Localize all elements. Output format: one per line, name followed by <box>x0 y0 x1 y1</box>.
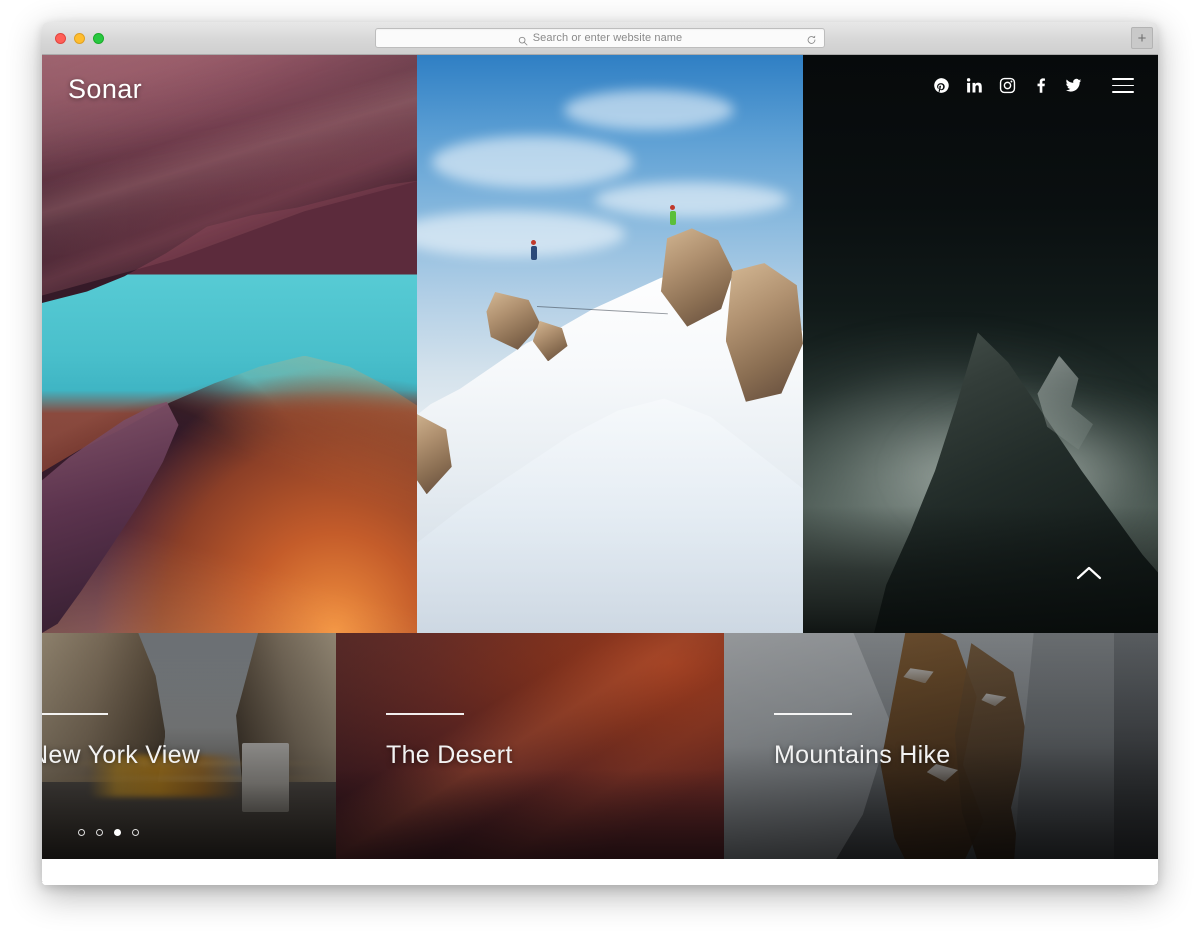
search-icon <box>518 33 528 46</box>
card-content: The Desert <box>386 713 513 770</box>
card-title: The Desert <box>386 740 513 769</box>
card-next-partial[interactable] <box>1114 633 1158 885</box>
carousel-dot-3[interactable] <box>114 829 121 836</box>
carousel-dot-2[interactable] <box>96 829 103 836</box>
hero-panel-snow-ridge[interactable] <box>417 55 803 633</box>
address-bar-inner: Search or enter website name <box>518 32 683 46</box>
scroll-up-icon[interactable] <box>1076 565 1102 581</box>
hamburger-menu-icon[interactable] <box>1112 78 1134 93</box>
maximize-window-button[interactable] <box>93 32 104 44</box>
card-content: New York View <box>42 713 200 770</box>
card-rule <box>774 713 852 715</box>
slot-canyon-image <box>42 55 417 633</box>
facebook-icon[interactable] <box>1032 77 1049 94</box>
hero-panel-dark-peak[interactable] <box>803 55 1158 633</box>
card-title: New York View <box>42 740 201 769</box>
minimize-window-button[interactable] <box>74 32 85 44</box>
card-title: Mountains Hike <box>774 740 951 769</box>
instagram-icon[interactable] <box>999 77 1016 94</box>
card-overlay <box>1114 633 1158 885</box>
top-navigation <box>933 77 1134 94</box>
card-mountains-hike[interactable]: Mountains Hike <box>724 633 1114 885</box>
hero-section: Sonar <box>42 55 1158 633</box>
browser-titlebar: Search or enter website name + <box>42 22 1158 55</box>
reload-icon[interactable] <box>806 33 817 44</box>
carousel-dots <box>78 829 139 836</box>
dark-peak-image <box>803 55 1158 633</box>
site-logo[interactable]: Sonar <box>68 74 142 105</box>
address-bar[interactable]: Search or enter website name <box>375 28 825 48</box>
card-content: Mountains Hike <box>774 713 951 770</box>
linkedin-icon[interactable] <box>966 77 983 94</box>
browser-window: Search or enter website name + Sonar New… <box>42 22 1158 885</box>
card-the-desert[interactable]: The Desert <box>336 633 724 885</box>
card-rule <box>386 713 464 715</box>
close-window-button[interactable] <box>55 32 66 44</box>
address-bar-placeholder: Search or enter website name <box>532 32 683 44</box>
carousel-dot-1[interactable] <box>78 829 85 836</box>
card-rule <box>42 713 108 715</box>
page-footer-gap <box>42 859 1158 885</box>
snow-ridge-image <box>417 55 803 633</box>
card-new-york-view[interactable]: New York View <box>42 633 336 882</box>
window-controls <box>55 32 104 44</box>
card-carousel: New York View The Desert Mountains Hike <box>42 633 1158 885</box>
twitter-icon[interactable] <box>1065 77 1082 94</box>
climber-figure-left <box>530 239 537 260</box>
pinterest-icon[interactable] <box>933 77 950 94</box>
carousel-dot-4[interactable] <box>132 829 139 836</box>
new-tab-button[interactable]: + <box>1131 27 1153 49</box>
page-viewport: Sonar New York View The Desert Mountains… <box>42 55 1158 885</box>
hero-panel-slot-canyon[interactable] <box>42 55 417 633</box>
climber-figure-right <box>669 205 676 226</box>
